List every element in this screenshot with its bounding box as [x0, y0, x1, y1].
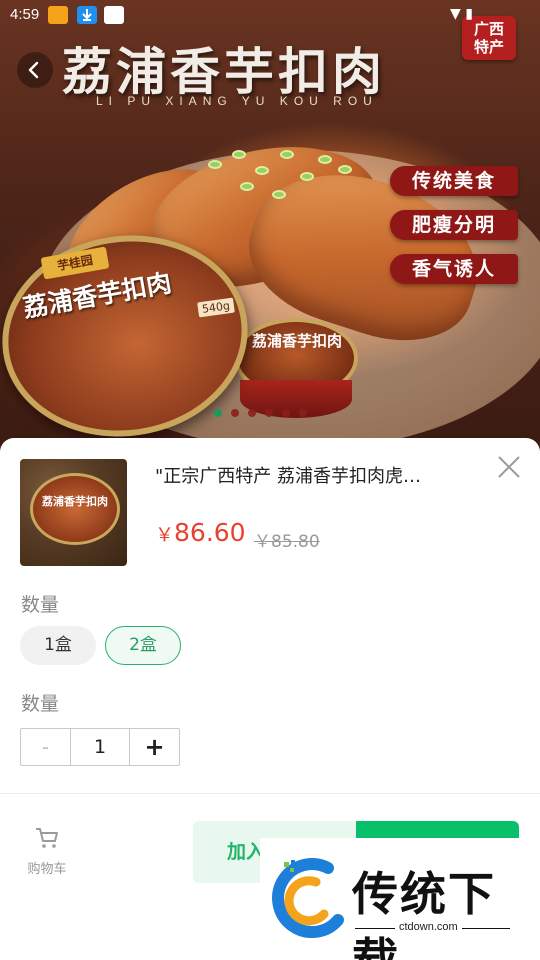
scallion-garnish [240, 182, 254, 191]
spec-option-1[interactable]: 1盒 [20, 626, 96, 665]
quantity-value[interactable]: 1 [71, 729, 130, 765]
feature-tag: 肥瘦分明 [390, 210, 518, 240]
cart-button[interactable]: 购物车 [20, 826, 74, 877]
spec-label: 数量 [21, 594, 60, 616]
carousel-dot[interactable] [214, 409, 222, 417]
carousel-dot[interactable] [231, 409, 239, 417]
scallion-garnish [232, 150, 246, 159]
region-badge: 广西 特产 [462, 16, 516, 60]
decrement-button[interactable]: - [21, 729, 71, 765]
watermark: 传统下载 ctdown.com [260, 838, 530, 960]
carousel-dot[interactable] [265, 409, 273, 417]
carousel-dot[interactable] [248, 409, 256, 417]
cart-label: 购物车 [27, 862, 67, 877]
hero-subtitle: LI PU XIANG YU KOU ROU [96, 94, 378, 108]
tin-label: 荔浦香芋扣肉 [252, 332, 343, 350]
product-image-carousel[interactable]: 荔浦香芋扣肉 LI PU XIANG YU KOU ROU 广西 特产 传统美食… [0, 0, 540, 455]
divider [0, 793, 540, 794]
download-icon [77, 6, 97, 24]
spec-option-2[interactable]: 2盒 [105, 626, 181, 665]
watermark-logo-icon [272, 858, 344, 938]
scallion-garnish [300, 172, 314, 181]
scallion-garnish [318, 155, 332, 164]
wifi-signal-icon: ▼ ▮ [450, 6, 473, 22]
scallion-garnish [208, 160, 222, 169]
increment-button[interactable]: + [130, 729, 179, 765]
quantity-stepper: - 1 + [20, 728, 180, 766]
scallion-garnish [338, 165, 352, 174]
notification-app-icon [104, 6, 124, 24]
feature-tag: 香气诱人 [390, 254, 518, 284]
price-value: 86.60 [174, 518, 246, 547]
cart-icon [36, 828, 58, 848]
scallion-garnish [272, 190, 286, 199]
quantity-label: 数量 [21, 693, 60, 715]
notification-app-icon [48, 6, 68, 24]
watermark-url: ctdown.com [395, 921, 462, 933]
current-price: ￥86.60 [155, 518, 246, 547]
close-icon[interactable] [496, 454, 522, 480]
currency-symbol: ￥ [155, 524, 175, 546]
original-price: ￥85.80 [254, 532, 320, 552]
status-time: 4:59 [10, 6, 40, 23]
watermark-brand: 传统下载 [352, 867, 496, 960]
carousel-dot[interactable] [299, 409, 307, 417]
back-button[interactable] [17, 52, 53, 88]
product-name: "正宗广西特产 荔浦香芋扣肉虎… [155, 466, 421, 487]
scallion-garnish [255, 166, 269, 175]
carousel-dot[interactable] [282, 409, 290, 417]
carousel-indicator [214, 409, 307, 417]
region-badge-line2: 特产 [473, 38, 504, 56]
chevron-left-icon [28, 61, 39, 79]
product-tin-image [30, 473, 120, 545]
scallion-garnish [280, 150, 294, 159]
product-thumbnail: 荔浦香芋扣肉 [20, 459, 127, 566]
region-badge-line1: 广西 [473, 20, 504, 38]
thumbnail-label: 荔浦香芋扣肉 [42, 495, 108, 508]
feature-tag: 传统美食 [390, 166, 518, 196]
